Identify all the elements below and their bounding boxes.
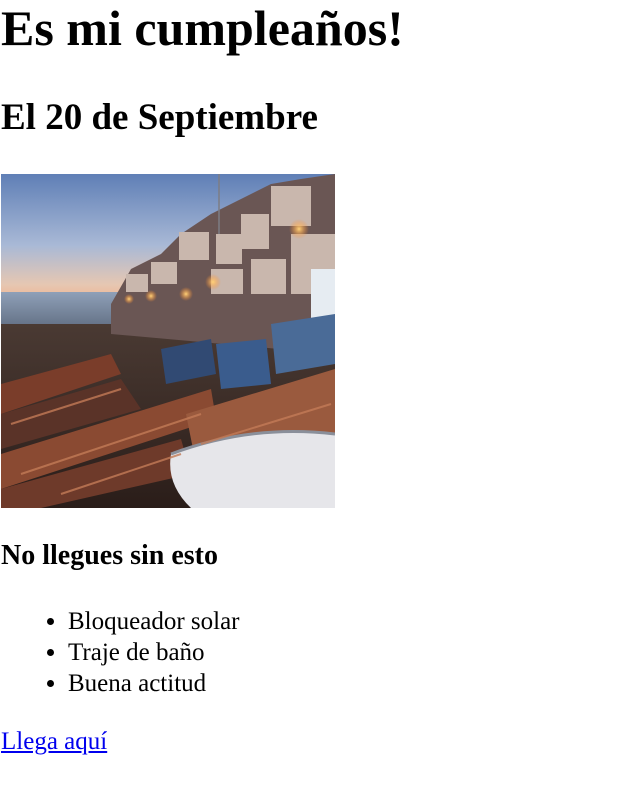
checklist: Bloqueador solar Traje de baño Buena act… <box>68 606 239 699</box>
beach-boats-photo <box>1 174 335 508</box>
page-title: Es mi cumpleaños! <box>1 0 404 56</box>
event-date-heading: El 20 de Septiembre <box>1 97 318 138</box>
list-item: Buena actitud <box>68 668 239 699</box>
checklist-heading: No llegues sin esto <box>1 540 218 571</box>
list-item: Traje de baño <box>68 637 239 668</box>
list-item: Bloqueador solar <box>68 606 239 637</box>
directions-link[interactable]: Llega aquí <box>1 726 107 757</box>
